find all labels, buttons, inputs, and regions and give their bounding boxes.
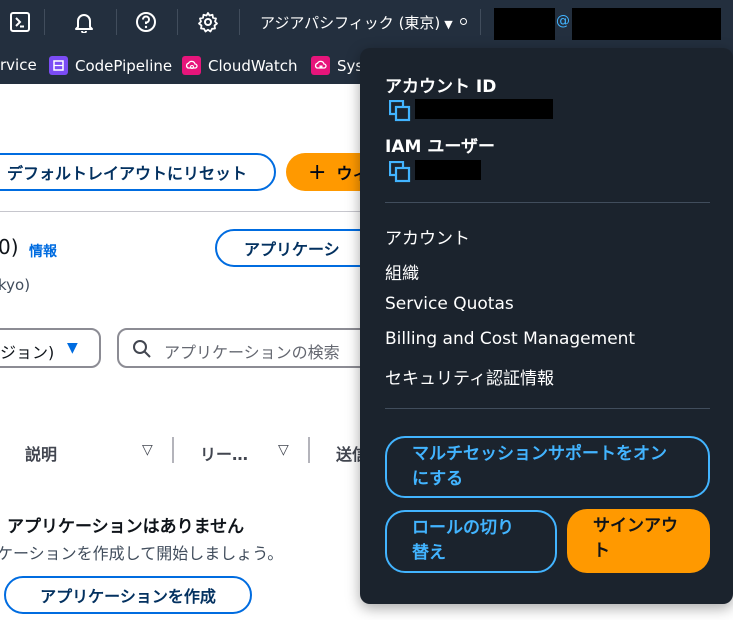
column-header-description[interactable]: 説明 <box>25 441 57 465</box>
sort-icon[interactable]: ▽ <box>278 442 289 458</box>
multi-session-button[interactable]: マルチセッションサポートをオン にする <box>385 436 710 498</box>
create-application-button[interactable]: アプリケーションを作成 <box>4 576 252 614</box>
caret-down-icon: ▼ <box>444 18 453 31</box>
console-page: アジアパシフィック (東京) ▼ @ rvice CodePipeline Clo… <box>0 0 733 620</box>
caret-down-icon: ▼ <box>67 340 78 356</box>
nav-divider <box>480 9 481 35</box>
empty-state-title: アプリケーションはありません <box>7 517 245 537</box>
multi-session-label-line2: にする <box>412 469 464 489</box>
divider <box>385 408 710 409</box>
menu-item-account[interactable]: アカウント <box>385 224 470 249</box>
sign-out-button[interactable]: サインアウ ト <box>567 509 710 573</box>
iam-user-heading: IAM ユーザー <box>385 137 495 157</box>
redacted-account-name <box>494 8 555 40</box>
switch-role-label-line2: 替え <box>412 543 446 563</box>
favorite-codepipeline[interactable]: CodePipeline <box>49 56 172 75</box>
region-filter-select[interactable]: ジョン) ▼ <box>0 328 101 368</box>
favorite-label: CloudWatch <box>208 56 298 75</box>
redacted-account-id <box>572 8 721 40</box>
plus-icon: + <box>308 159 327 185</box>
reset-layout-button[interactable]: デフォルトレイアウトにリセット <box>0 153 276 191</box>
account-menu-panel: アカウント ID IAM ユーザー アカウント 組織 Service Quota… <box>360 48 733 604</box>
copy-icon[interactable] <box>388 99 411 122</box>
region-text: kyo) <box>0 276 31 294</box>
bell-icon[interactable] <box>72 10 96 34</box>
empty-state-description: ケーションを作成して開始しましょう。 <box>0 544 284 563</box>
help-icon[interactable] <box>134 10 158 34</box>
nav-divider <box>44 9 45 35</box>
column-resizer[interactable] <box>172 437 174 463</box>
nav-divider <box>177 9 178 35</box>
top-navigation: アジアパシフィック (東京) ▼ @ <box>0 0 733 44</box>
account-id-heading: アカウント ID <box>385 77 497 97</box>
reset-layout-label: デフォルトレイアウトにリセット <box>6 164 247 183</box>
redacted-iam-user <box>415 160 481 180</box>
nav-divider <box>116 9 117 35</box>
multi-session-label-line1: マルチセッションサポートをオン <box>412 444 667 464</box>
status-dot-icon <box>460 18 467 25</box>
menu-item-service-quotas[interactable]: Service Quotas <box>385 294 514 314</box>
region-label: アジアパシフィック (東京) <box>260 14 441 32</box>
favorite-service[interactable]: rvice <box>0 56 37 74</box>
menu-item-security-credentials[interactable]: セキュリティ認証情報 <box>385 364 554 389</box>
create-app-top-label: アプリケーシ <box>244 240 340 259</box>
gear-icon[interactable] <box>196 10 220 34</box>
region-selector[interactable]: アジアパシフィック (東京) ▼ <box>260 12 453 33</box>
search-placeholder: アプリケーションの検索 <box>164 343 340 362</box>
switch-role-button[interactable]: ロールの切り 替え <box>385 510 557 573</box>
filter-select-value: ジョン) <box>0 343 55 362</box>
favorite-label: rvice <box>0 56 37 74</box>
search-icon <box>132 339 152 363</box>
sort-icon[interactable]: ▽ <box>142 442 153 458</box>
switch-role-label-line1: ロールの切り <box>412 518 514 538</box>
account-menu-trigger[interactable] <box>491 8 721 40</box>
app-count: 0) <box>0 235 19 259</box>
favorite-label: CodePipeline <box>75 56 173 75</box>
column-header-region[interactable]: リー… <box>200 441 248 465</box>
menu-item-billing[interactable]: Billing and Cost Management <box>385 329 635 349</box>
codepipeline-icon <box>49 56 68 75</box>
sign-out-label-line2: ト <box>593 541 610 561</box>
favorite-systems-manager[interactable]: Sys <box>311 56 363 75</box>
copy-icon[interactable] <box>388 160 411 183</box>
info-link[interactable]: 情報 <box>29 241 57 261</box>
divider <box>385 202 710 203</box>
divider <box>0 211 360 212</box>
systems-manager-icon <box>311 56 330 75</box>
favorite-cloudwatch[interactable]: CloudWatch <box>182 56 298 75</box>
redacted-account-id <box>415 99 553 119</box>
sign-out-label-line1: サインアウ <box>593 516 678 536</box>
at-sign: @ <box>556 13 570 29</box>
cloudwatch-icon <box>182 56 201 75</box>
nav-divider <box>239 9 240 35</box>
cloudshell-icon[interactable] <box>8 10 32 34</box>
menu-item-organizations[interactable]: 組織 <box>385 259 419 284</box>
search-input[interactable]: アプリケーションの検索 <box>117 328 387 368</box>
column-resizer[interactable] <box>308 437 310 463</box>
create-app-label: アプリケーションを作成 <box>40 587 216 606</box>
